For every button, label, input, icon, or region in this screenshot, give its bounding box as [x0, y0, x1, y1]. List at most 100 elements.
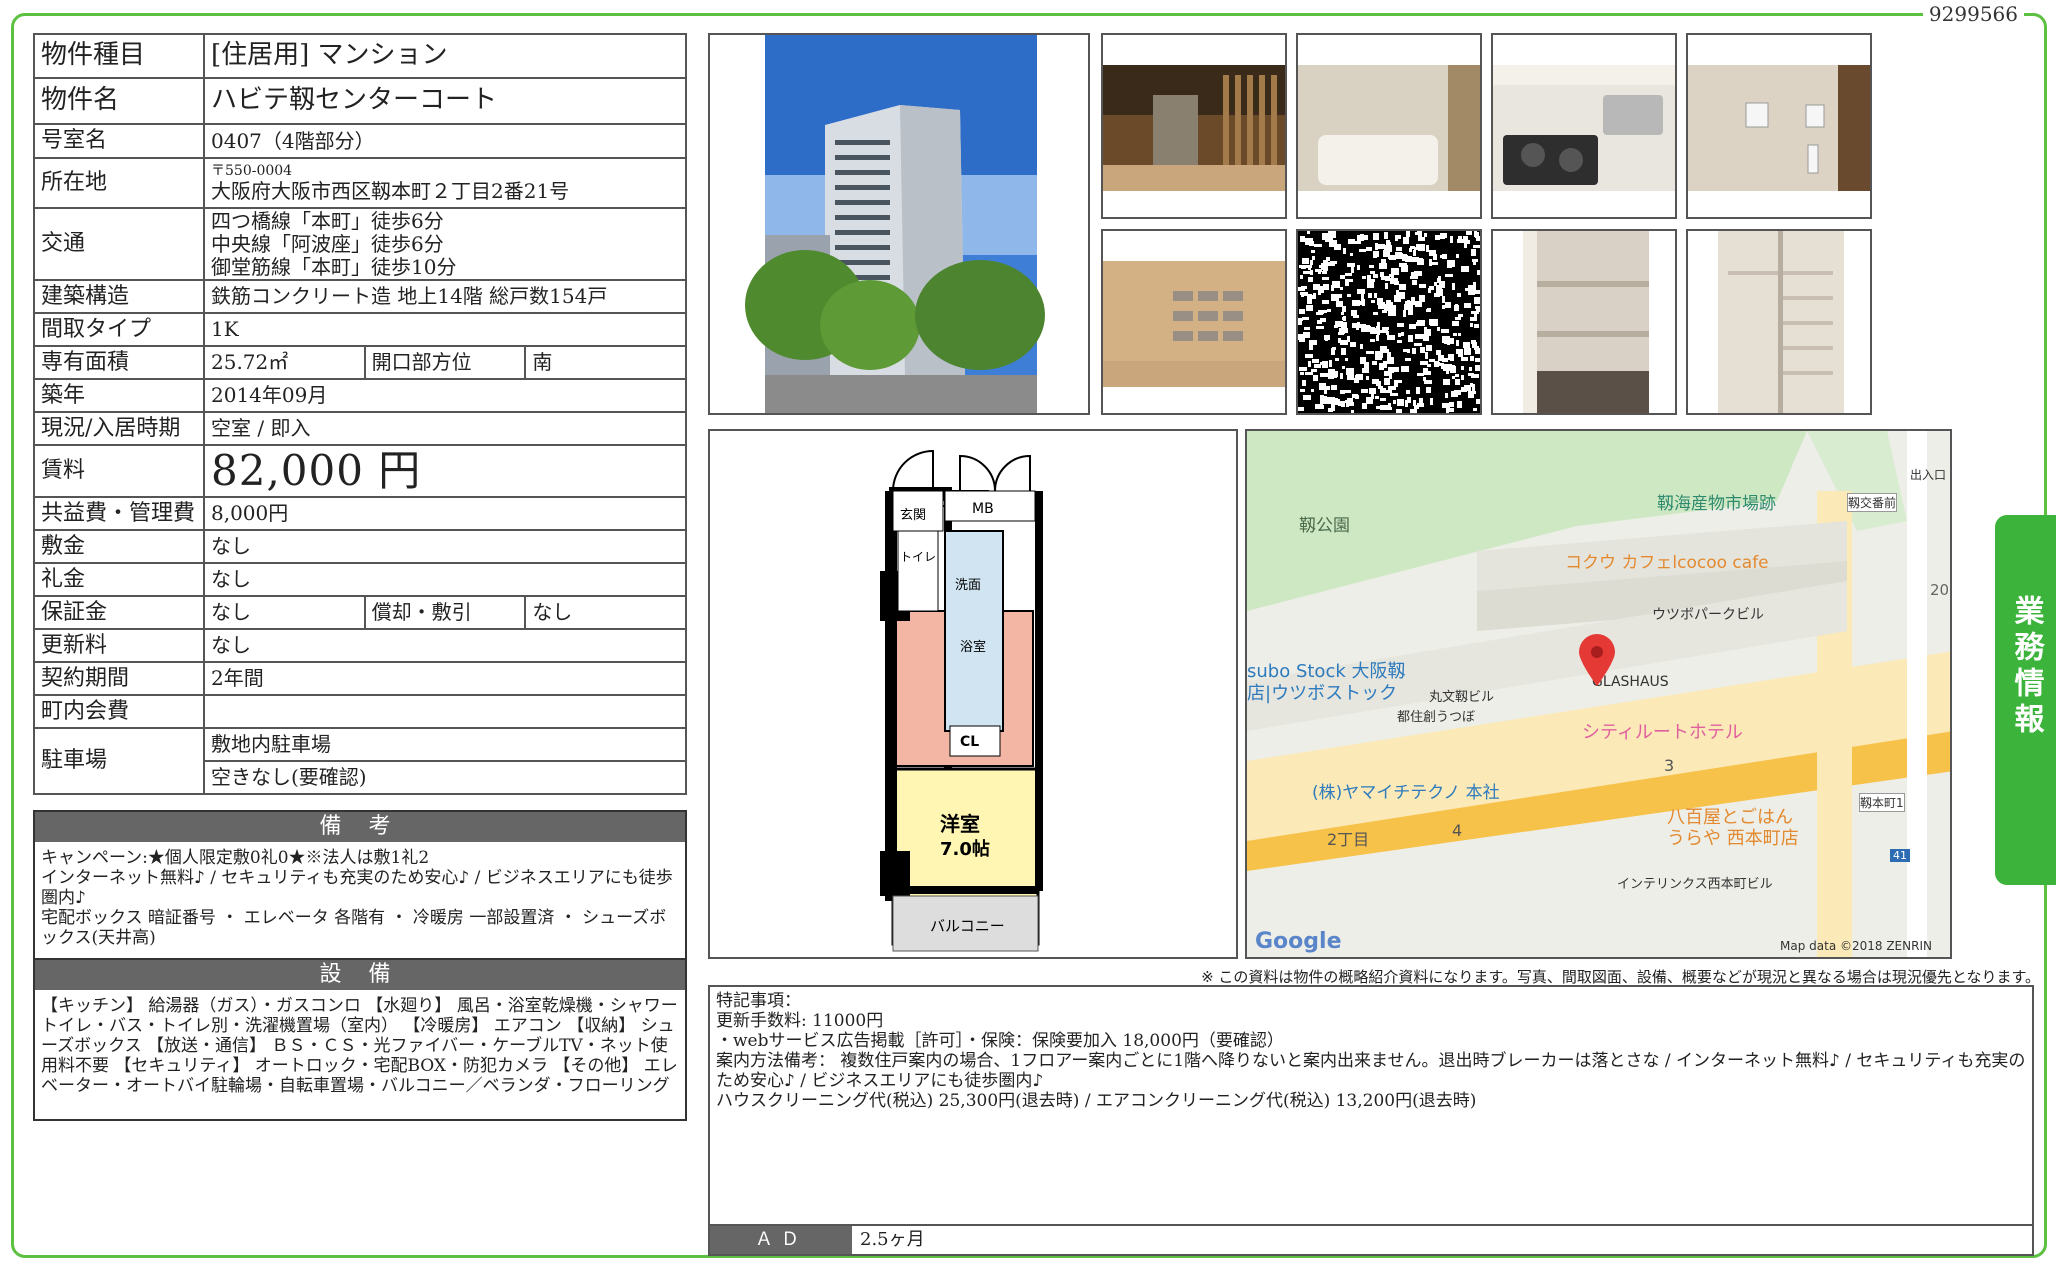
floor-plan: 玄関 MB トイレ 洗面 浴室 CL 洋室 7.0帖 バルコニー	[708, 429, 1238, 959]
value: なし	[203, 562, 687, 597]
location-pin-icon	[1579, 634, 1615, 686]
map-label-utsubo-park-bldg: ウツボパークビル	[1652, 607, 1764, 623]
plan-label-entrance: 玄関	[900, 508, 926, 523]
facilities-header: 設 備	[35, 960, 685, 990]
disclaimer: ※ この資料は物件の概略紹介資料になります。写真、間取図面、設備、概要などが現況…	[1201, 968, 2040, 986]
value: 四つ橋線「本町」徒歩6分 中央線「阿波座」徒歩6分 御堂筋線「本町」徒歩10分	[203, 207, 687, 281]
label: 保証金	[33, 595, 205, 630]
rent-value: 82,000 円	[203, 444, 687, 498]
bathroom-photo	[1296, 33, 1482, 219]
kitchen-photo	[1491, 33, 1677, 219]
mailbox-photo	[1101, 229, 1287, 415]
value: 空室 / 即入	[203, 411, 687, 446]
ad-row: ＡＤ 2.5ヶ月	[710, 1224, 2032, 1254]
value: 南	[524, 345, 687, 380]
property-spec-table: 物件種目 [住居用] マンション 物件名 ハビテ靱センターコート 号室名 040…	[33, 33, 687, 795]
value: [住居用] マンション	[203, 33, 687, 79]
map-attribution: Map data ©2018 ZENRIN	[1780, 939, 1932, 953]
row-contract: 契約期間 2年間	[33, 661, 687, 696]
label: 敷金	[33, 529, 205, 564]
label: 現況/入居時期	[33, 411, 205, 446]
value: なし	[203, 529, 687, 564]
row-deposit: 敷金 なし	[33, 529, 687, 564]
shoebox-photo	[1686, 229, 1872, 415]
row-room: 号室名 0407（4階部分）	[33, 123, 687, 159]
noise-photo	[1296, 229, 1482, 415]
closet-image	[1523, 231, 1649, 413]
value: なし	[203, 595, 366, 630]
label: 償却・敷引	[363, 595, 527, 630]
noise-image	[1298, 231, 1480, 413]
access-line: 四つ橋線「本町」徒歩6分	[211, 208, 444, 233]
row-community: 町内会費	[33, 694, 687, 729]
plan-label-closet: CL	[960, 734, 979, 750]
label: 専有面積	[33, 345, 205, 380]
mailbox-image	[1103, 261, 1285, 387]
business-info-tab[interactable]: 業務情報	[1995, 515, 2056, 885]
map-label-utsubohonmachi: 靱本町1	[1859, 793, 1905, 812]
map-label-4: 4	[1452, 821, 1463, 840]
label: 開口部方位	[363, 345, 527, 380]
remarks-text: キャンペーン:★個人限定敷0礼0★※法人は敷1礼2 インターネット無料♪ / セ…	[41, 848, 673, 948]
value: 0407（4階部分）	[203, 123, 687, 159]
map-label-yamaichi: (株)ヤマイチテクノ 本社	[1312, 783, 1500, 803]
value: なし	[203, 628, 687, 663]
special-notes: 特記事項： 更新手数料: 11000円 ・webサービス広告掲載［許可］・保険：…	[708, 985, 2034, 1256]
document-id: 9299566	[1922, 2, 2024, 26]
plan-label-room-size: 7.0帖	[940, 838, 990, 860]
map-label-park: 靱公園	[1299, 516, 1350, 536]
map-label-tojuso: 都住創うつぼ	[1397, 710, 1476, 725]
closet-photo	[1491, 229, 1677, 415]
building-image	[745, 35, 1045, 413]
map-label-20: 20	[1930, 581, 1950, 599]
ad-value: 2.5ヶ月	[860, 1229, 925, 1250]
entrance-image	[1103, 65, 1285, 191]
map-label-2chome: 2丁目	[1327, 830, 1370, 849]
row-parking-1: 駐車場 敷地内駐車場	[33, 727, 687, 795]
intercom-image	[1688, 65, 1870, 191]
bathroom-image	[1298, 65, 1480, 191]
label: 共益費・管理費	[33, 496, 205, 531]
label: 町内会費	[33, 694, 205, 729]
entrance-photo	[1101, 33, 1287, 219]
value	[203, 694, 687, 729]
row-renewal: 更新料 なし	[33, 628, 687, 663]
value: なし	[524, 595, 687, 630]
row-built: 築年 2014年09月	[33, 378, 687, 413]
google-logo: Google	[1255, 929, 1342, 954]
label: 号室名	[33, 123, 205, 159]
row-structure: 建築構造 鉄筋コンクリート造 地上14階 総戸数154戸	[33, 279, 687, 314]
map-label-route41: 41	[1890, 849, 1910, 862]
plan-label-washroom: 洗面	[955, 578, 981, 593]
label: 物件種目	[33, 33, 205, 79]
map-label-koban: 靱交番前	[1847, 493, 1898, 512]
floor-plan-drawing: 玄関 MB トイレ 洗面 浴室 CL 洋室 7.0帖 バルコニー	[880, 449, 1043, 952]
facilities-box: 設 備 【キッチン】 給湯器（ガス）・ガスコンロ 【水廻り】 風呂・浴室乾燥機・…	[33, 958, 687, 1121]
row-address: 所在地 〒550-0004 大阪府大阪市西区靱本町２丁目2番21号	[33, 157, 687, 209]
map-label-marubun: 丸文靱ビル	[1429, 690, 1495, 705]
value: 2014年09月	[203, 378, 687, 413]
label: 交通	[33, 207, 205, 281]
side-tab-label: 業務情報	[2008, 595, 2044, 739]
map-label-interlinks: インテリンクス西本町ビル	[1617, 877, 1773, 892]
value: 8,000円	[203, 496, 687, 531]
facilities-text: 【キッチン】 給湯器（ガス）・ガスコンロ 【水廻り】 風呂・浴室乾燥機・シャワー…	[41, 996, 678, 1096]
access-line: 中央線「阿波座」徒歩6分	[211, 231, 444, 256]
value: ハビテ靱センターコート	[203, 77, 687, 125]
row-key-money: 礼金 なし	[33, 562, 687, 597]
row-guarantee: 保証金 なし 償却・敷引 なし	[33, 595, 687, 630]
access-line: 御堂筋線「本町」徒歩10分	[211, 254, 457, 279]
label: 駐車場	[33, 727, 205, 795]
label: 契約期間	[33, 661, 205, 696]
value: 2年間	[203, 661, 687, 696]
value: 空きなし(要確認)	[203, 760, 687, 795]
row-access: 交通 四つ橋線「本町」徒歩6分 中央線「阿波座」徒歩6分 御堂筋線「本町」徒歩1…	[33, 207, 687, 281]
map-label-market-site: 靱海産物市場跡	[1657, 494, 1776, 514]
special-notes-text: 特記事項： 更新手数料: 11000円 ・webサービス広告掲載［許可］・保険：…	[716, 991, 2026, 1111]
value: 敷地内駐車場	[203, 727, 687, 762]
ad-label: ＡＤ	[710, 1226, 852, 1254]
plan-label-mb: MB	[972, 501, 994, 517]
label: 更新料	[33, 628, 205, 663]
kitchen-image	[1493, 65, 1675, 191]
label: 物件名	[33, 77, 205, 125]
